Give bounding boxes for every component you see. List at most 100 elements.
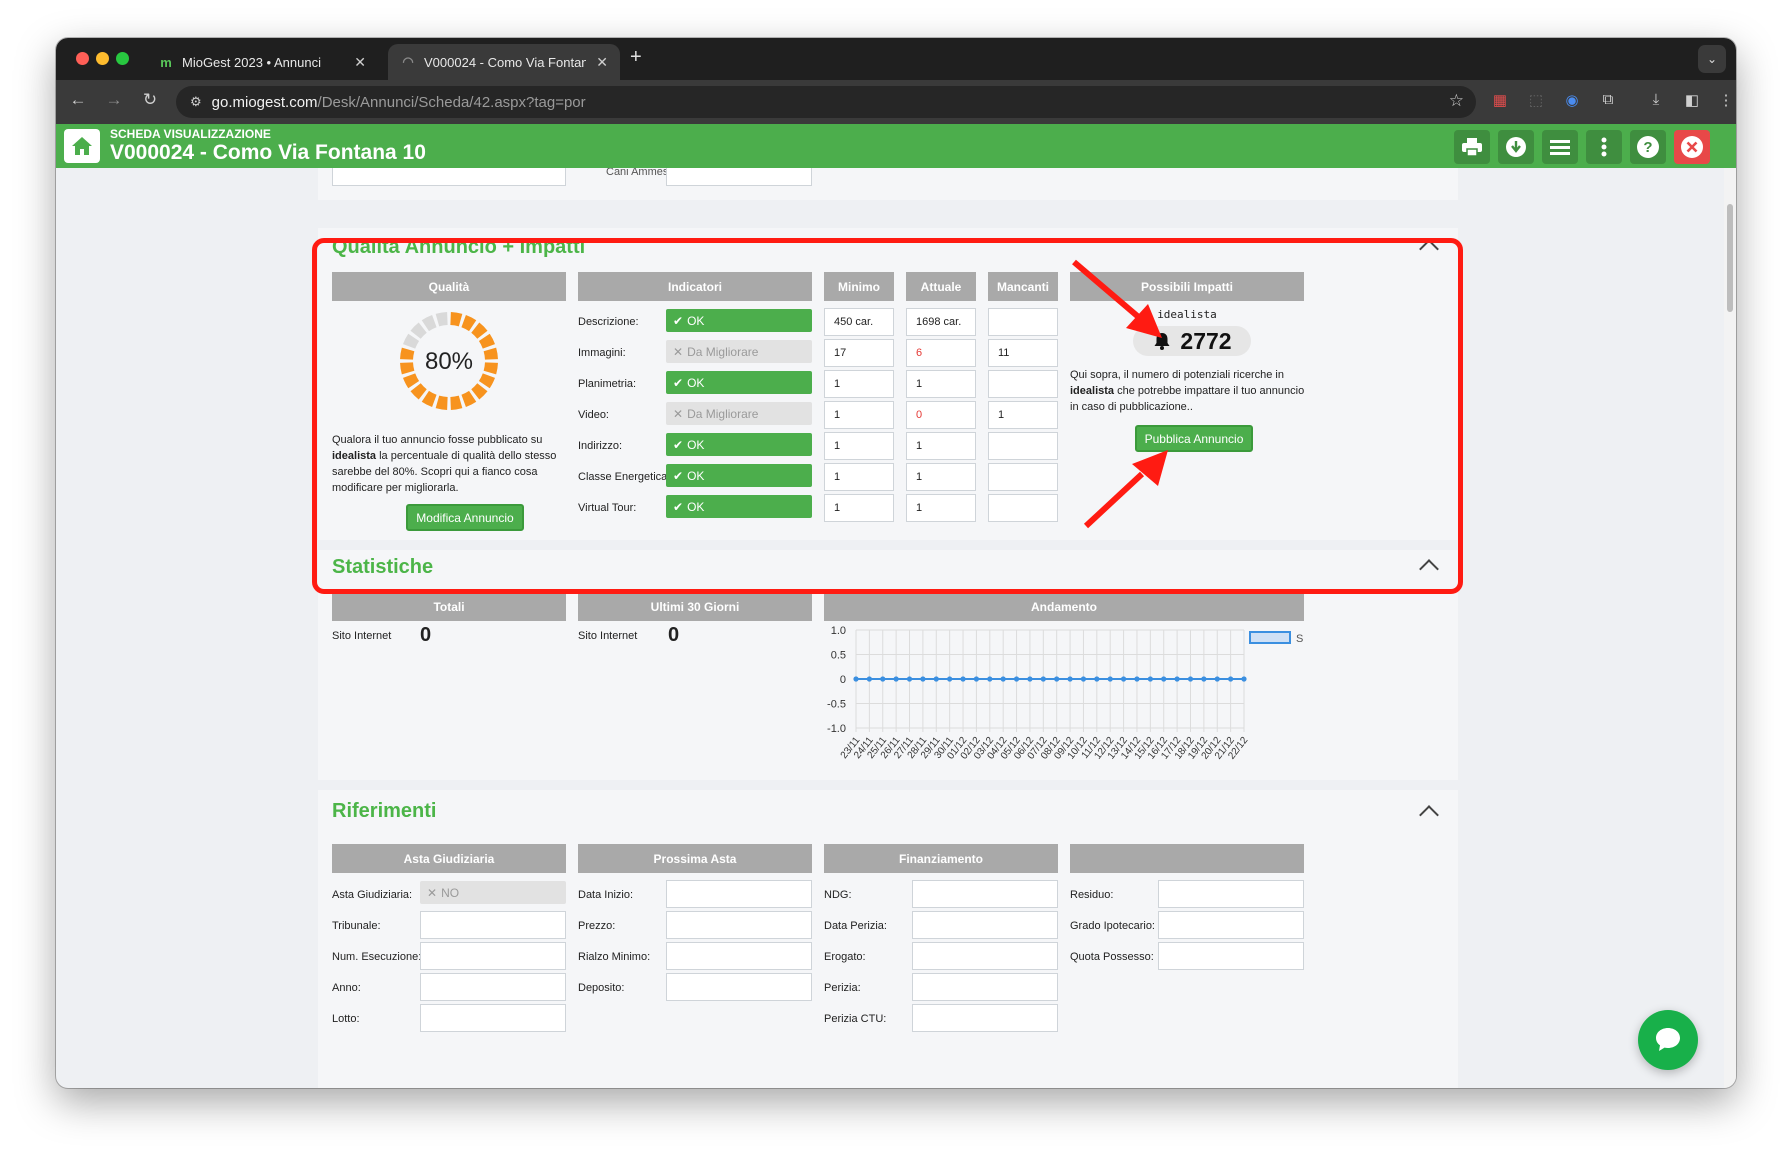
indicator-missing: 1 xyxy=(988,401,1058,429)
tab-close-icon[interactable]: ✕ xyxy=(354,54,366,71)
partial-field-left[interactable] xyxy=(332,168,566,186)
print-button[interactable] xyxy=(1454,130,1490,164)
reference-field-input[interactable] xyxy=(666,911,812,939)
indicator-minimum: 1 xyxy=(824,401,894,429)
reference-field-label: Data Inizio: xyxy=(578,889,634,901)
help-button[interactable]: ? xyxy=(1630,130,1666,164)
collapse-chevron-icon[interactable] xyxy=(1419,239,1439,259)
donut-segment xyxy=(471,322,488,339)
indicator-missing xyxy=(988,308,1058,336)
reference-field-input[interactable] xyxy=(1158,880,1304,908)
reference-field-input[interactable] xyxy=(1158,942,1304,970)
address-bar[interactable]: ⚙ go.miogest.com/Desk/Annunci/Scheda/42.… xyxy=(176,86,1476,118)
status-text: OK xyxy=(687,437,705,452)
reference-field-input[interactable] xyxy=(666,942,812,970)
indicator-status-ok: ✔ OK xyxy=(666,371,812,394)
tab-scheda-annuncio[interactable]: ◠ V000024 - Como Via Fontana 10 ✕ xyxy=(388,44,620,80)
indicator-missing xyxy=(988,370,1058,398)
donut-segment xyxy=(461,315,477,332)
reference-field-input[interactable] xyxy=(420,911,566,939)
column-header-next-auction: Prossima Asta xyxy=(578,844,812,873)
reference-field-input[interactable] xyxy=(666,973,812,1001)
maximize-window-button[interactable] xyxy=(116,52,129,65)
donut-segment xyxy=(461,390,477,407)
extensions-puzzle-icon[interactable]: ⧉ xyxy=(1598,91,1618,111)
reload-icon[interactable]: ↻ xyxy=(138,90,162,110)
data-point xyxy=(1040,676,1046,682)
indicator-current: 1698 car. xyxy=(906,308,976,336)
total-value: 0 xyxy=(420,624,432,646)
donut-segment xyxy=(400,347,415,360)
donut-segment xyxy=(435,312,448,327)
browser-toolbar: ← → ↻ ⚙ go.miogest.com/Desk/Annunci/Sche… xyxy=(56,80,1736,124)
y-tick-label: 1.0 xyxy=(831,625,846,637)
reference-field-input[interactable] xyxy=(912,911,1058,939)
indicator-status-improve: ✕ Da Migliorare xyxy=(666,402,812,425)
reference-field-input[interactable] xyxy=(420,973,566,1001)
site-info-icon[interactable]: ⚙ xyxy=(190,94,202,110)
reference-field-input[interactable] xyxy=(912,1004,1058,1032)
data-point xyxy=(920,676,926,682)
side-panel-icon[interactable]: ◧ xyxy=(1682,91,1702,111)
indicator-current: 1 xyxy=(906,370,976,398)
collapse-chevron-icon[interactable] xyxy=(1419,805,1439,825)
donut-segment xyxy=(483,362,498,375)
bookmark-star-icon[interactable]: ☆ xyxy=(1449,91,1464,111)
close-window-button[interactable] xyxy=(76,52,89,65)
collapse-chevron-icon[interactable] xyxy=(1419,559,1439,579)
tab-search-chevron-icon[interactable]: ⌄ xyxy=(1698,45,1726,73)
reference-field-input[interactable] xyxy=(420,942,566,970)
indicator-minimum: 1 xyxy=(824,432,894,460)
data-point xyxy=(1174,676,1180,682)
extension-screenshot-icon[interactable]: ⬚ xyxy=(1526,91,1546,111)
close-icon xyxy=(1681,136,1703,158)
data-point xyxy=(1000,676,1006,682)
extension-calendar-icon[interactable]: ▦ xyxy=(1490,91,1510,111)
data-point xyxy=(947,676,953,682)
x-icon: ✕ xyxy=(427,885,438,900)
reference-field-input[interactable] xyxy=(666,880,812,908)
data-point xyxy=(1201,676,1207,682)
page-scrollbar[interactable] xyxy=(1724,168,1736,1088)
reference-field-input[interactable] xyxy=(912,942,1058,970)
chat-button[interactable] xyxy=(1638,1010,1698,1070)
reference-field-input[interactable] xyxy=(1158,911,1304,939)
reference-field-label: Perizia CTU: xyxy=(824,1013,887,1025)
download-button[interactable] xyxy=(1498,130,1534,164)
indicator-label: Descrizione: xyxy=(578,316,639,328)
column-header-last-30-days: Ultimi 30 Giorni xyxy=(578,592,812,621)
legend-label: Sito Internet xyxy=(1296,633,1304,645)
quality-section-title: Qualità Annuncio + Impatti xyxy=(332,236,586,258)
quality-description: Qualora il tuo annuncio fosse pubblicato… xyxy=(332,432,568,496)
reference-field-input[interactable] xyxy=(912,973,1058,1001)
indicator-minimum: 1 xyxy=(824,370,894,398)
indicator-status-ok: ✔ OK xyxy=(666,495,812,518)
edit-listing-button[interactable]: Modifica Annuncio xyxy=(406,504,524,531)
donut-segment xyxy=(478,333,495,349)
close-button[interactable] xyxy=(1674,130,1710,164)
tab-miogest-annunci[interactable]: m MioGest 2023 • Annunci ✕ xyxy=(146,44,378,80)
data-point xyxy=(1107,676,1113,682)
donut-segment xyxy=(410,383,427,400)
tab-title: MioGest 2023 • Annunci xyxy=(182,54,321,70)
indicator-label: Classe Energetica: xyxy=(578,471,671,483)
url-host: go.miogest.com xyxy=(211,93,318,111)
reference-field-label: Deposito: xyxy=(578,982,625,994)
partial-field-right[interactable] xyxy=(666,168,812,186)
minimize-window-button[interactable] xyxy=(96,52,109,65)
tab-close-icon[interactable]: ✕ xyxy=(596,54,608,71)
reference-field-input[interactable] xyxy=(420,1004,566,1032)
scrollbar-thumb[interactable] xyxy=(1727,204,1733,312)
new-tab-plus-icon[interactable]: + xyxy=(630,46,642,69)
menu-button[interactable] xyxy=(1542,130,1578,164)
indicator-missing xyxy=(988,432,1058,460)
back-arrow-icon[interactable]: ← xyxy=(66,90,90,110)
browser-menu-icon[interactable]: ⋮ xyxy=(1718,91,1734,111)
page-content: Cani Ammessi: Qualità Annuncio + Impatti… xyxy=(56,168,1724,1088)
reference-field-input[interactable] xyxy=(912,880,1058,908)
more-options-button[interactable] xyxy=(1586,130,1622,164)
download-icon[interactable]: ⤓ xyxy=(1646,91,1666,111)
extension-shield-icon[interactable]: ◉ xyxy=(1562,91,1582,111)
forward-arrow-icon[interactable]: → xyxy=(102,90,126,110)
home-button[interactable] xyxy=(64,129,100,163)
